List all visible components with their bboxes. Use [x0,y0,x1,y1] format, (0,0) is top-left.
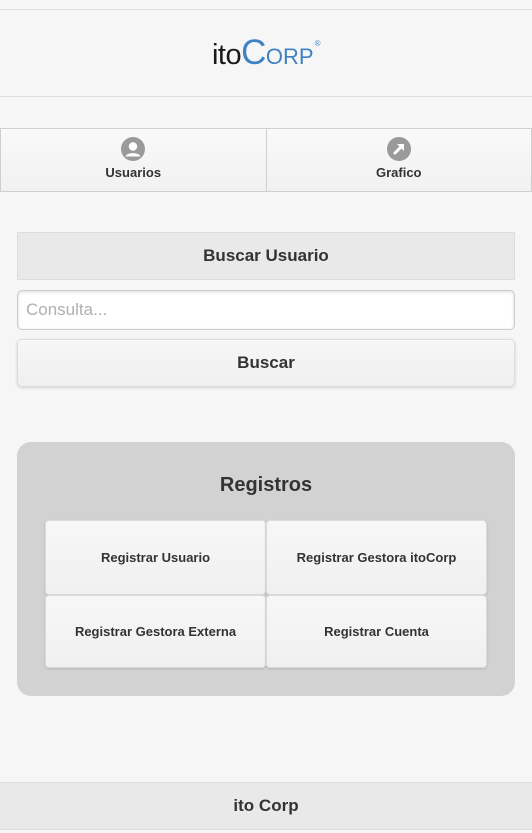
itocorp-logo: ito C ORP ® [211,33,321,73]
nav-label-usuarios: Usuarios [105,165,162,180]
logo-text-orp: ORP [265,44,314,69]
header: ito C ORP ® [0,9,532,97]
logo-text-c: C [241,33,266,72]
registros-button-grid: Registrar Usuario Registrar Gestora itoC… [45,520,487,668]
arrow-up-right-icon [386,137,411,161]
logo-text-ito: ito [211,39,242,71]
search-button[interactable]: Buscar [17,339,515,387]
registros-panel: Registros Registrar Usuario Registrar Ge… [17,442,515,696]
page: ito C ORP ® Usuarios Grafico Buscar Usuario [0,0,532,833]
register-account-button[interactable]: Registrar Cuenta [266,595,487,668]
logo-registered-mark: ® [314,39,321,48]
nav-item-usuarios[interactable]: Usuarios [0,129,266,191]
footer: ito Corp [0,782,532,830]
register-external-manager-button[interactable]: Registrar Gestora Externa [45,595,266,668]
register-itocorp-manager-button[interactable]: Registrar Gestora itoCorp [266,520,487,595]
search-user-heading: Buscar Usuario [17,232,515,280]
nav-item-grafico[interactable]: Grafico [265,129,532,191]
nav-label-grafico: Grafico [375,165,422,180]
user-icon [121,137,146,161]
register-user-button[interactable]: Registrar Usuario [45,520,266,595]
search-input[interactable] [17,290,515,330]
navbar: Usuarios Grafico [0,128,532,192]
registros-title: Registros [219,474,313,496]
